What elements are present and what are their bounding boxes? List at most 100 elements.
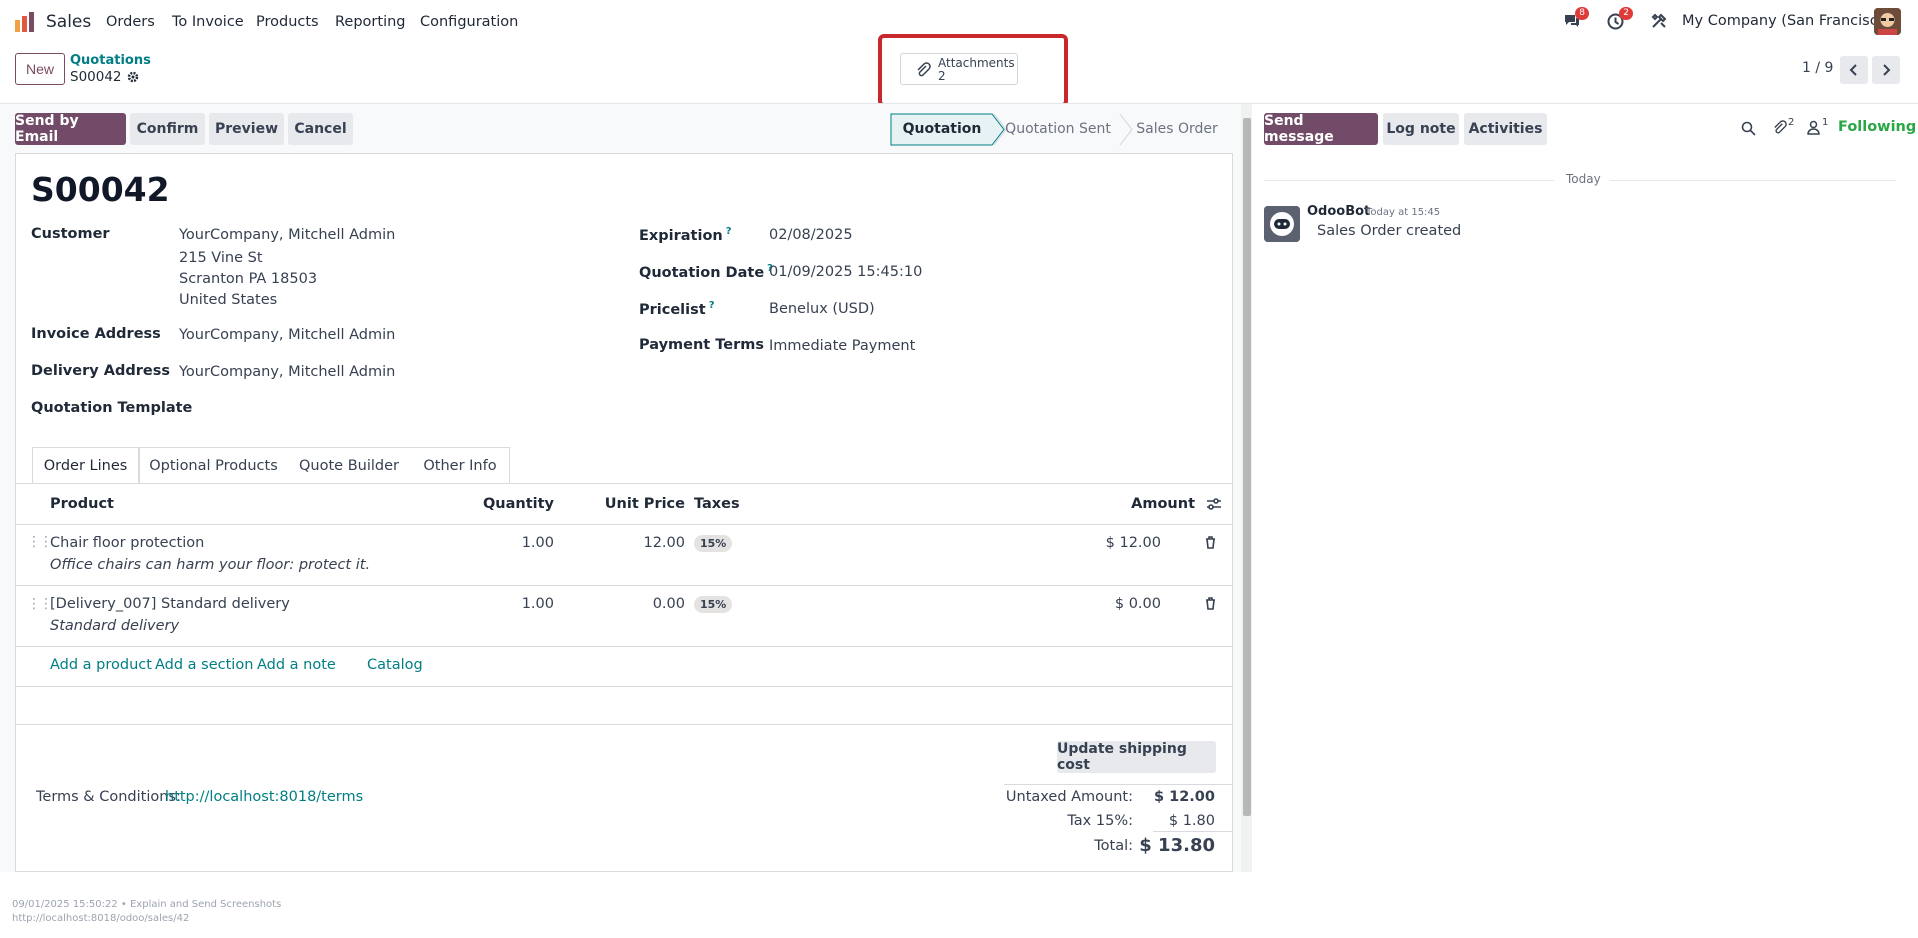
column-taxes[interactable]: Taxes <box>694 496 740 512</box>
column-unit-price[interactable]: Unit Price <box>600 496 685 512</box>
row-divider <box>15 686 1233 687</box>
company-switcher[interactable]: My Company (San Francisco) <box>1682 13 1892 29</box>
odoobot-avatar[interactable] <box>1264 206 1300 242</box>
row-description[interactable]: Office chairs can harm your floor: prote… <box>50 557 370 573</box>
column-product[interactable]: Product <box>50 496 114 512</box>
menu-to-invoice[interactable]: To Invoice <box>172 14 244 30</box>
pager-value[interactable]: 1 / 9 <box>1802 60 1833 76</box>
column-amount[interactable]: Amount <box>1100 496 1195 512</box>
payment-terms-field[interactable]: Immediate Payment <box>769 338 915 354</box>
add-product-link[interactable]: Add a product <box>50 657 152 673</box>
quotation-template-label: Quotation Template <box>31 400 193 416</box>
quotation-template-field[interactable] <box>179 397 599 421</box>
row-quantity[interactable]: 1.00 <box>474 596 554 612</box>
untaxed-amount-label: Untaxed Amount: <box>1005 789 1133 805</box>
log-note-button[interactable]: Log note <box>1383 113 1459 145</box>
row-unit-price[interactable]: 12.00 <box>600 535 685 551</box>
send-message-button[interactable]: Send message <box>1264 113 1378 145</box>
expiration-field[interactable]: 02/08/2025 <box>769 227 853 243</box>
customer-city: Scranton PA 18503 <box>179 271 318 287</box>
tab-order-lines[interactable]: Order Lines <box>32 447 139 484</box>
new-button[interactable]: New <box>15 53 65 85</box>
expiration-help-icon[interactable]: ? <box>726 226 732 237</box>
breadcrumb-current-label: S00042 <box>70 69 122 85</box>
update-shipping-cost-button[interactable]: Update shipping cost <box>1057 741 1216 773</box>
invoice-address-label: Invoice Address <box>31 326 161 342</box>
tabs-divider <box>15 483 1233 484</box>
menu-reporting[interactable]: Reporting <box>335 14 406 30</box>
pager-previous-button[interactable] <box>1840 56 1868 84</box>
breadcrumb-quotations[interactable]: Quotations <box>70 53 151 68</box>
delivery-address-field[interactable]: YourCompany, Mitchell Admin <box>179 364 395 380</box>
optional-columns-icon[interactable] <box>1206 497 1222 511</box>
debug-tools-icon[interactable] <box>1651 13 1667 33</box>
row-product[interactable]: Chair floor protection <box>50 535 204 551</box>
search-icon[interactable] <box>1741 121 1756 136</box>
untaxed-amount-value: $ 12.00 <box>1153 789 1215 805</box>
row-description[interactable]: Standard delivery <box>50 618 179 634</box>
row-amount: $ 12.00 <box>1105 535 1161 551</box>
user-icon <box>1807 120 1820 135</box>
app-name[interactable]: Sales <box>46 12 91 32</box>
footer-timestamp: 09/01/2025 15:50:22 • Explain and Send S… <box>12 899 282 910</box>
customer-street: 215 Vine St <box>179 250 263 266</box>
attachments-count: 2 <box>938 69 946 83</box>
menu-configuration[interactable]: Configuration <box>420 14 518 30</box>
terms-link[interactable]: http://localhost:8018/terms <box>165 789 363 805</box>
following-button[interactable]: Following <box>1838 119 1916 135</box>
preview-button[interactable]: Preview <box>209 113 284 145</box>
pricelist-help-icon[interactable]: ? <box>709 300 715 311</box>
activities-button[interactable]: Activities <box>1464 113 1547 145</box>
column-quantity[interactable]: Quantity <box>474 496 554 512</box>
confirm-button[interactable]: Confirm <box>130 113 205 145</box>
gear-icon[interactable] <box>127 71 139 83</box>
table-header-divider <box>15 524 1233 525</box>
footer-url: http://localhost:8018/odoo/sales/42 <box>12 913 190 924</box>
chevron-right-icon <box>1883 64 1891 76</box>
followers-button[interactable]: 1 <box>1807 117 1835 137</box>
breadcrumb-current: S00042 <box>70 69 139 85</box>
row-tax-badge[interactable]: 15% <box>694 596 733 613</box>
form-scrollbar-thumb[interactable] <box>1243 118 1251 816</box>
customer-country: United States <box>179 292 278 308</box>
total-divider <box>1153 831 1233 832</box>
chevron-left-icon <box>1849 64 1857 76</box>
tax-value: $ 1.80 <box>1168 813 1215 829</box>
quotation-date-field[interactable]: 01/09/2025 15:45:10 <box>769 264 922 280</box>
menu-products[interactable]: Products <box>256 14 319 30</box>
message-author[interactable]: OdooBot <box>1307 204 1370 219</box>
pager-next-button[interactable] <box>1872 56 1900 84</box>
drag-handle-icon[interactable]: ⋮⋮ <box>27 534 53 550</box>
trash-icon[interactable] <box>1205 597 1216 610</box>
quotation-date-label: Quotation Date? <box>639 263 773 281</box>
pricelist-field[interactable]: Benelux (USD) <box>769 301 875 317</box>
customer-name[interactable]: YourCompany, Mitchell Admin <box>179 227 395 243</box>
chatter-attachments-count: 2 <box>1788 117 1795 128</box>
order-title: S00042 <box>31 170 170 209</box>
sales-app-icon[interactable] <box>14 11 36 33</box>
user-avatar[interactable] <box>1874 8 1901 35</box>
add-note-link[interactable]: Add a note <box>257 657 336 673</box>
activities-icon[interactable]: 2 <box>1607 7 1633 31</box>
chatter-attachments-button[interactable]: 2 <box>1772 117 1802 137</box>
messages-icon[interactable]: 8 <box>1563 7 1589 31</box>
add-section-link[interactable]: Add a section <box>155 657 253 673</box>
menu-orders[interactable]: Orders <box>106 14 155 30</box>
row-divider <box>15 724 1233 725</box>
catalog-link[interactable]: Catalog <box>367 657 423 673</box>
date-divider-right <box>1610 180 1896 181</box>
status-quotation-sent[interactable]: Quotation Sent <box>1004 113 1112 145</box>
row-quantity[interactable]: 1.00 <box>474 535 554 551</box>
send-by-email-button[interactable]: Send by Email <box>15 113 126 145</box>
row-product[interactable]: [Delivery_007] Standard delivery <box>50 596 290 612</box>
row-unit-price[interactable]: 0.00 <box>600 596 685 612</box>
activities-badge: 2 <box>1619 7 1633 20</box>
invoice-address-field[interactable]: YourCompany, Mitchell Admin <box>179 327 395 343</box>
trash-icon[interactable] <box>1205 536 1216 549</box>
drag-handle-icon[interactable]: ⋮⋮ <box>27 596 53 612</box>
status-quotation[interactable]: Quotation <box>890 113 994 145</box>
row-tax-badge[interactable]: 15% <box>694 535 733 552</box>
status-sales-order[interactable]: Sales Order <box>1132 113 1222 145</box>
cancel-button[interactable]: Cancel <box>288 113 353 145</box>
attachments-button[interactable]: Attachments 2 <box>900 53 1018 85</box>
